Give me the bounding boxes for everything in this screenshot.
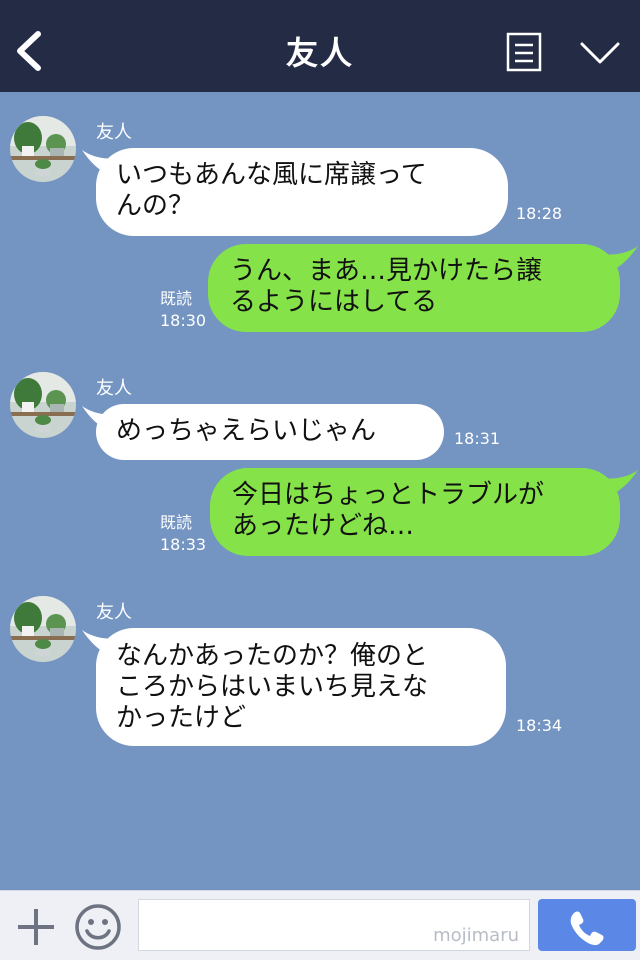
watermark: mojimaru xyxy=(433,925,519,946)
message-bubble[interactable]: うん、まあ…見かけたら譲 るようにはしてる xyxy=(208,244,620,332)
message-text: うん、まあ…見かけたら譲 るようにはしてる xyxy=(230,256,543,317)
emoji-button[interactable] xyxy=(74,903,122,951)
add-button[interactable] xyxy=(14,905,58,949)
message-bubble[interactable]: 今日はちょっとトラブルが あったけどね… xyxy=(210,468,620,556)
read-receipt: 既読 xyxy=(160,513,193,532)
message-text: 今日はちょっとトラブルが あったけどね… xyxy=(232,480,545,541)
input-bar: mojimaru xyxy=(0,890,640,960)
dropdown-button[interactable] xyxy=(578,38,622,68)
message-bubble[interactable]: なんかあったのか？俺のと ころからはいまいち見えな かったけど xyxy=(96,628,506,746)
phone-icon xyxy=(570,911,604,946)
bubble-tail xyxy=(604,470,638,496)
read-receipt: 既読 xyxy=(160,289,193,308)
message-time: 18:30 xyxy=(160,311,207,330)
call-button[interactable] xyxy=(538,899,636,951)
chat-title: 友人 xyxy=(285,34,354,72)
message-meta: 既読 18:30 xyxy=(160,288,206,332)
plant-photo-icon xyxy=(10,116,76,182)
avatar[interactable] xyxy=(10,372,76,438)
message-time: 18:33 xyxy=(160,535,207,554)
message-time: 18:31 xyxy=(454,429,501,448)
message-text: なんかあったのか？俺のと ころからはいまいち見えな かったけど xyxy=(116,641,429,733)
chat-area[interactable]: 友人 いつもあんな風に席譲って んの？ 18:28 うん、まあ…見かけたら譲 る… xyxy=(0,92,640,890)
sender-name: 友人 xyxy=(96,122,132,143)
message-text: めっちゃえらいじゃん xyxy=(116,416,377,446)
plant-photo-icon xyxy=(10,596,76,662)
message-text: いつもあんな風に席譲って んの？ xyxy=(116,160,427,221)
menu-button[interactable] xyxy=(506,32,542,72)
avatar[interactable] xyxy=(10,116,76,182)
message-bubble[interactable]: めっちゃえらいじゃん xyxy=(96,404,444,460)
plus-icon xyxy=(18,909,54,945)
message-bubble[interactable]: いつもあんな風に席譲って んの？ xyxy=(96,148,508,236)
bubble-tail xyxy=(604,246,638,272)
smiley-icon xyxy=(75,904,121,950)
document-list-icon xyxy=(506,32,542,72)
chat-header: 友人 xyxy=(0,0,640,92)
message-time: 18:34 xyxy=(516,716,563,735)
avatar[interactable] xyxy=(10,596,76,662)
message-meta: 既読 18:33 xyxy=(160,512,206,556)
message-time: 18:28 xyxy=(516,204,563,223)
chevron-down-icon xyxy=(580,42,620,64)
sender-name: 友人 xyxy=(96,602,132,623)
message-input-box: mojimaru xyxy=(138,899,530,951)
sender-name: 友人 xyxy=(96,378,132,399)
plant-photo-icon xyxy=(10,372,76,438)
